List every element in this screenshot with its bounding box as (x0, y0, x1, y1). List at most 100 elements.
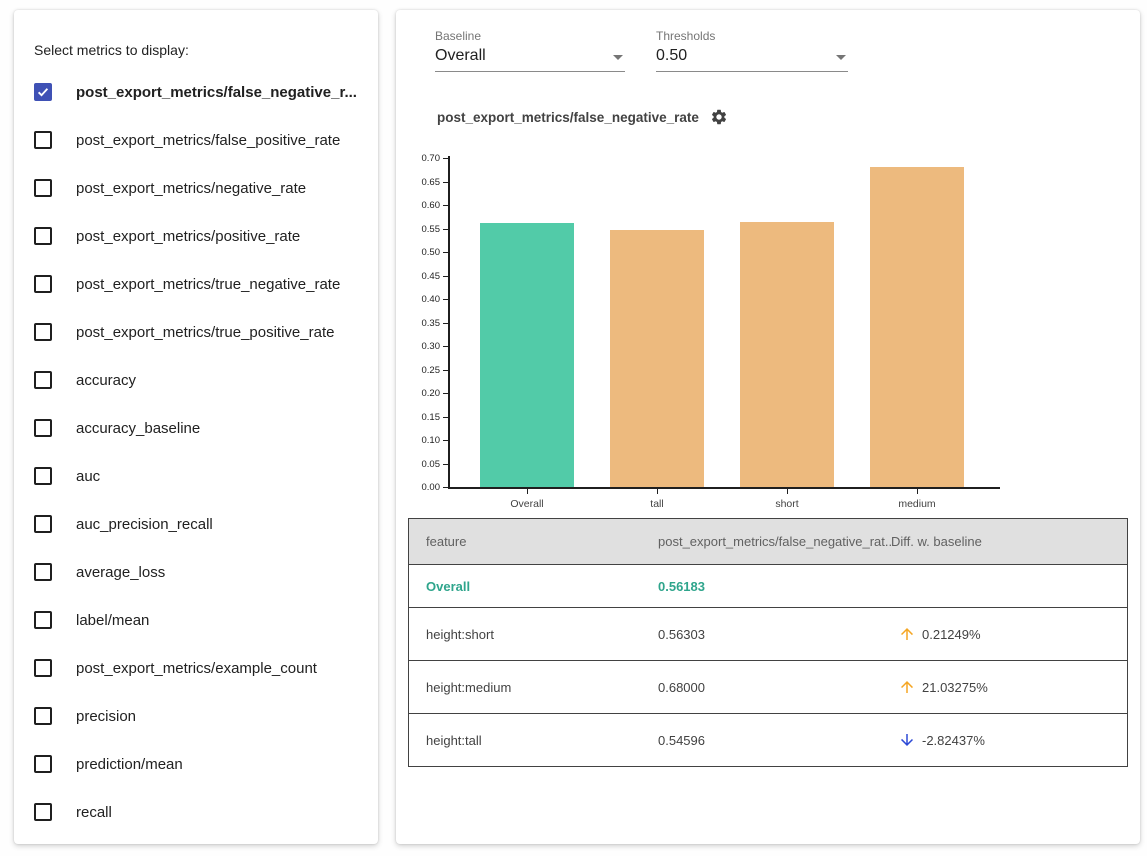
metric-value-cell: 0.68000 (658, 680, 891, 695)
arrow-up-icon (898, 625, 916, 643)
sidebar-item-post-export-metrics-example-count[interactable]: post_export_metrics/example_count (14, 644, 378, 692)
y-tick-label: 0.40 (410, 294, 440, 305)
metric-checkbox[interactable] (34, 515, 52, 533)
x-tick-label: tall (650, 498, 663, 510)
diff-cell: 21.03275% (891, 678, 1127, 696)
sidebar-item-post-export-metrics-false-positive-rate[interactable]: post_export_metrics/false_positive_rate (14, 116, 378, 164)
sidebar-item-post-export-metrics-negative-rate[interactable]: post_export_metrics/negative_rate (14, 164, 378, 212)
metric-checkbox[interactable] (34, 275, 52, 293)
metric-checkbox[interactable] (34, 467, 52, 485)
col-header-feature: feature (409, 534, 658, 549)
y-tick-label: 0.70 (410, 153, 440, 164)
x-tick-mark (527, 489, 528, 494)
metric-checkbox[interactable] (34, 131, 52, 149)
y-tick-mark (443, 464, 448, 465)
sidebar-item-auc[interactable]: auc (14, 452, 378, 500)
y-tick-mark (443, 393, 448, 394)
y-tick-mark (443, 252, 448, 253)
metric-checkbox[interactable] (34, 227, 52, 245)
metric-checkbox[interactable] (34, 707, 52, 725)
sidebar-item-post-export-metrics-false-negative-r-[interactable]: post_export_metrics/false_negative_r... (14, 68, 378, 116)
sidebar-item-accuracy[interactable]: accuracy (14, 356, 378, 404)
bar-medium (870, 167, 964, 487)
metric-label: auc_precision_recall (76, 516, 213, 533)
y-tick-label: 0.25 (410, 365, 440, 376)
y-tick-mark (443, 440, 448, 441)
metric-checkbox[interactable] (34, 419, 52, 437)
diff-value: 0.21249% (922, 627, 981, 642)
diff-value: -2.82437% (922, 733, 985, 748)
y-tick-label: 0.55 (410, 224, 440, 235)
sidebar-item-post-export-metrics-positive-rate[interactable]: post_export_metrics/positive_rate (14, 212, 378, 260)
y-tick-label: 0.65 (410, 177, 440, 188)
metric-checkbox[interactable] (34, 179, 52, 197)
x-tick-mark (787, 489, 788, 494)
metric-checkbox[interactable] (34, 371, 52, 389)
bar-short (740, 222, 834, 487)
sidebar-item-recall[interactable]: recall (14, 788, 378, 836)
y-tick-label: 0.50 (410, 247, 440, 258)
y-tick-label: 0.30 (410, 341, 440, 352)
col-header-metric: post_export_metrics/false_negative_rat..… (658, 534, 891, 549)
metric-checkbox[interactable] (34, 755, 52, 773)
sidebar-item-precision[interactable]: precision (14, 692, 378, 740)
x-tick-label: Overall (510, 498, 543, 510)
metric-label: post_export_metrics/false_negative_r... (76, 84, 357, 101)
metric-value-cell: 0.56303 (658, 627, 891, 642)
metric-checkbox[interactable] (34, 611, 52, 629)
metric-checkbox[interactable] (34, 803, 52, 821)
y-tick-label: 0.10 (410, 435, 440, 446)
y-tick-mark (443, 158, 448, 159)
table-row: Overall0.56183 (409, 564, 1127, 607)
bar-overall (480, 223, 574, 487)
sidebar-item-average-loss[interactable]: average_loss (14, 548, 378, 596)
metric-checkbox[interactable] (34, 563, 52, 581)
sidebar-item-prediction-mean[interactable]: prediction/mean (14, 740, 378, 788)
table-row: height:short0.56303 0.21249% (409, 607, 1127, 660)
diff-value: 21.03275% (922, 680, 988, 695)
metric-label: accuracy (76, 372, 136, 389)
y-tick-label: 0.45 (410, 271, 440, 282)
metric-checkbox[interactable] (34, 323, 52, 341)
metric-label: precision (76, 708, 136, 725)
metric-checkbox[interactable] (34, 83, 52, 101)
metrics-display-panel: Baseline Overall Thresholds 0.50 post_ex… (396, 10, 1140, 844)
sidebar-item-auc-precision-recall[interactable]: auc_precision_recall (14, 500, 378, 548)
y-tick-mark (443, 417, 448, 418)
metric-checkbox[interactable] (34, 659, 52, 677)
y-tick-label: 0.15 (410, 412, 440, 423)
x-tick-mark (657, 489, 658, 494)
y-tick-mark (443, 229, 448, 230)
y-tick-mark (443, 370, 448, 371)
y-tick-mark (443, 182, 448, 183)
table-row: height:medium0.6800021.03275% (409, 660, 1127, 713)
metric-label: accuracy_baseline (76, 420, 200, 437)
feature-cell: height:short (409, 627, 658, 642)
metric-selector-title: Select metrics to display: (34, 42, 189, 58)
arrow-up-icon (898, 678, 916, 696)
y-tick-mark (443, 276, 448, 277)
metrics-table: feature post_export_metrics/false_negati… (408, 518, 1128, 767)
sidebar-item-accuracy-baseline[interactable]: accuracy_baseline (14, 404, 378, 452)
y-tick-mark (443, 299, 448, 300)
col-header-diff: Diff. w. baseline (891, 534, 1127, 549)
metric-label: post_export_metrics/example_count (76, 660, 317, 677)
y-tick-mark (443, 205, 448, 206)
feature-cell: height:tall (409, 733, 658, 748)
metric-label: post_export_metrics/true_negative_rate (76, 276, 340, 293)
sidebar-item-label-mean[interactable]: label/mean (14, 596, 378, 644)
metric-label: post_export_metrics/true_positive_rate (76, 324, 334, 341)
y-tick-mark (443, 346, 448, 347)
metric-label: post_export_metrics/negative_rate (76, 180, 306, 197)
table-row: height:tall0.54596 -2.82437% (409, 713, 1127, 766)
metric-value-cell: 0.54596 (658, 733, 891, 748)
y-tick-label: 0.60 (410, 200, 440, 211)
sidebar-item-post-export-metrics-true-negative-rate[interactable]: post_export_metrics/true_negative_rate (14, 260, 378, 308)
y-tick-mark (443, 487, 448, 488)
y-tick-mark (443, 323, 448, 324)
metric-label: post_export_metrics/positive_rate (76, 228, 300, 245)
x-tick-label: medium (898, 498, 935, 510)
bar-chart: 0.000.050.100.150.200.250.300.350.400.45… (396, 10, 1140, 530)
sidebar-item-post-export-metrics-true-positive-rate[interactable]: post_export_metrics/true_positive_rate (14, 308, 378, 356)
diff-cell: 0.21249% (891, 625, 1127, 643)
